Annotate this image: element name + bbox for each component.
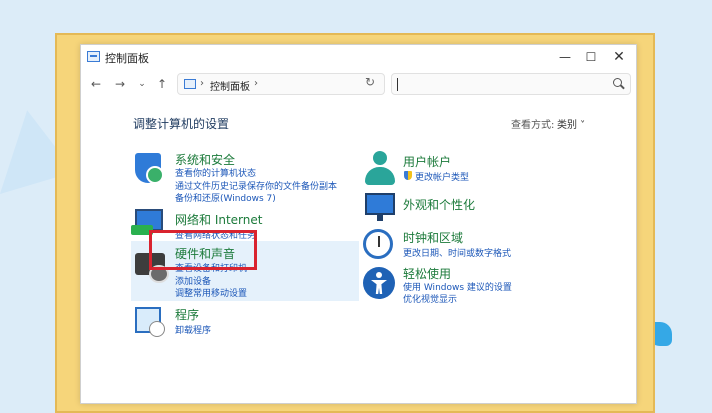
programs-icon[interactable] xyxy=(135,307,165,337)
breadcrumb-separator[interactable]: › xyxy=(254,78,258,89)
link-view-status[interactable]: 查看你的计算机状态 xyxy=(175,166,256,179)
appearance-icon[interactable] xyxy=(365,193,395,221)
link-backup-restore[interactable]: 备份和还原(Windows 7) xyxy=(175,191,276,204)
uac-shield-icon xyxy=(404,171,412,180)
text-cursor xyxy=(397,78,398,91)
category-programs[interactable]: 程序 xyxy=(175,306,199,323)
breadcrumb-separator[interactable]: › xyxy=(200,78,204,89)
recent-locations-button[interactable]: ⌄ xyxy=(133,75,151,93)
close-button[interactable]: ✕ xyxy=(603,47,635,67)
view-by-label: 查看方式: xyxy=(511,120,555,131)
user-accounts-icon[interactable] xyxy=(365,151,395,185)
forward-button[interactable]: → xyxy=(111,75,129,93)
refresh-button[interactable]: ↻ xyxy=(365,75,375,89)
search-input[interactable] xyxy=(391,73,631,95)
link-mobility-settings[interactable]: 调整常用移动设置 xyxy=(175,286,247,299)
category-appearance[interactable]: 外观和个性化 xyxy=(403,196,475,213)
window-title: 控制面板 xyxy=(105,52,149,65)
accessibility-icon[interactable] xyxy=(363,267,395,299)
address-bar[interactable]: › 控制面板 › ⌄ xyxy=(177,73,448,95)
control-panel-icon xyxy=(87,51,100,62)
view-by-dropdown[interactable]: 类别 ˅ xyxy=(557,116,585,131)
link-change-account-type[interactable]: 更改帐户类型 xyxy=(415,170,469,183)
highlight-box xyxy=(149,230,257,270)
back-button[interactable]: ← xyxy=(87,75,105,93)
title-bar[interactable]: 控制面板 — ☐ ✕ xyxy=(81,45,636,69)
clock-icon[interactable] xyxy=(363,229,393,259)
breadcrumb-control-panel[interactable]: 控制面板 xyxy=(210,78,250,93)
link-visual-display[interactable]: 优化视觉显示 xyxy=(403,292,457,305)
control-panel-icon xyxy=(184,79,196,89)
page-title: 调整计算机的设置 xyxy=(133,117,230,131)
shield-icon[interactable] xyxy=(135,153,164,184)
search-icon[interactable] xyxy=(613,78,622,87)
up-button[interactable]: ↑ xyxy=(153,75,171,93)
category-user-accounts[interactable]: 用户帐户 xyxy=(403,153,451,170)
control-panel-window: 控制面板 — ☐ ✕ ← → ⌄ ↑ › 控制面板 › ⌄ ↻ 调整计算机的设置… xyxy=(80,44,637,404)
link-date-time-format[interactable]: 更改日期、时间或数字格式 xyxy=(403,246,511,259)
navigation-bar: ← → ⌄ ↑ › 控制面板 › ⌄ ↻ xyxy=(81,69,636,101)
category-network-internet[interactable]: 网络和 Internet xyxy=(175,211,262,228)
link-uninstall-program[interactable]: 卸载程序 xyxy=(175,323,211,336)
network-icon[interactable] xyxy=(131,209,163,235)
category-clock-region[interactable]: 时钟和区域 xyxy=(403,229,463,246)
